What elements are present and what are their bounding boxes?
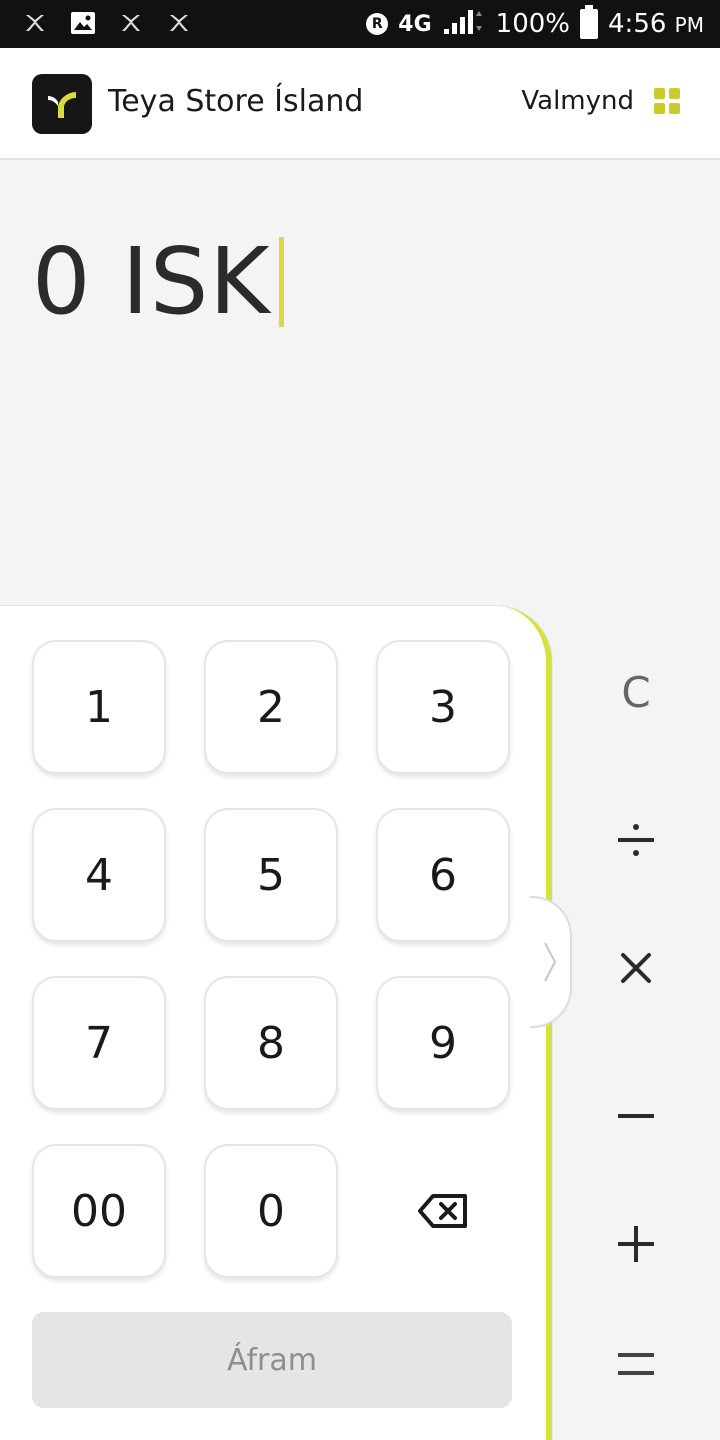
keypad-panel: 1 2 3 4 5 6 7 8 9 00 0 Áfram — [0, 606, 552, 1440]
multiply-button[interactable] — [596, 928, 676, 1008]
status-bar: R 4G 100% 4:56 PM — [0, 0, 720, 48]
key-3[interactable]: 3 — [376, 640, 510, 774]
continue-button[interactable]: Áfram — [32, 1312, 512, 1408]
plus-icon — [618, 1226, 654, 1262]
notification-app-icon-3 — [166, 10, 192, 36]
key-9[interactable]: 9 — [376, 976, 510, 1110]
notification-app-icon — [22, 10, 48, 36]
multiply-icon — [621, 953, 651, 983]
key-4[interactable]: 4 — [32, 808, 166, 942]
chevron-right-icon — [544, 942, 557, 982]
key-6[interactable]: 6 — [376, 808, 510, 942]
battery-icon — [580, 5, 599, 39]
add-button[interactable] — [596, 1204, 676, 1284]
expand-tab[interactable] — [530, 896, 572, 1028]
equals-button[interactable] — [596, 1324, 676, 1404]
battery-percent: 100% — [495, 9, 571, 39]
amount-display[interactable]: 0 ISK — [32, 228, 284, 335]
key-00[interactable]: 00 — [32, 1144, 166, 1278]
key-0[interactable]: 0 — [204, 1144, 338, 1278]
key-5[interactable]: 5 — [204, 808, 338, 942]
image-icon — [70, 10, 96, 36]
store-name: Teya Store Ísland — [108, 84, 364, 119]
divide-button[interactable] — [596, 800, 676, 880]
key-1[interactable]: 1 — [32, 640, 166, 774]
subtract-button[interactable] — [596, 1076, 676, 1156]
text-caret — [278, 236, 284, 327]
key-2[interactable]: 2 — [204, 640, 338, 774]
app-header: Teya Store Ísland Valmynd — [0, 48, 720, 160]
clear-button[interactable]: C — [596, 652, 676, 732]
network-type: 4G — [398, 11, 432, 37]
backspace-icon — [418, 1194, 467, 1228]
divide-icon — [618, 824, 654, 856]
menu-label: Valmynd — [521, 86, 634, 116]
clock: 4:56 PM — [608, 9, 704, 39]
grid-icon — [654, 88, 680, 114]
teya-logo-icon — [32, 74, 92, 134]
amount-value: 0 ISK — [32, 228, 271, 335]
signal-icon — [442, 7, 486, 42]
minus-icon — [618, 1114, 654, 1118]
key-8[interactable]: 8 — [204, 976, 338, 1110]
backspace-button[interactable] — [376, 1144, 510, 1278]
equals-icon — [618, 1353, 654, 1375]
notification-app-icon-2 — [118, 10, 144, 36]
key-7[interactable]: 7 — [32, 976, 166, 1110]
roaming-icon: R — [366, 13, 389, 35]
menu-button[interactable]: Valmynd — [521, 86, 680, 116]
